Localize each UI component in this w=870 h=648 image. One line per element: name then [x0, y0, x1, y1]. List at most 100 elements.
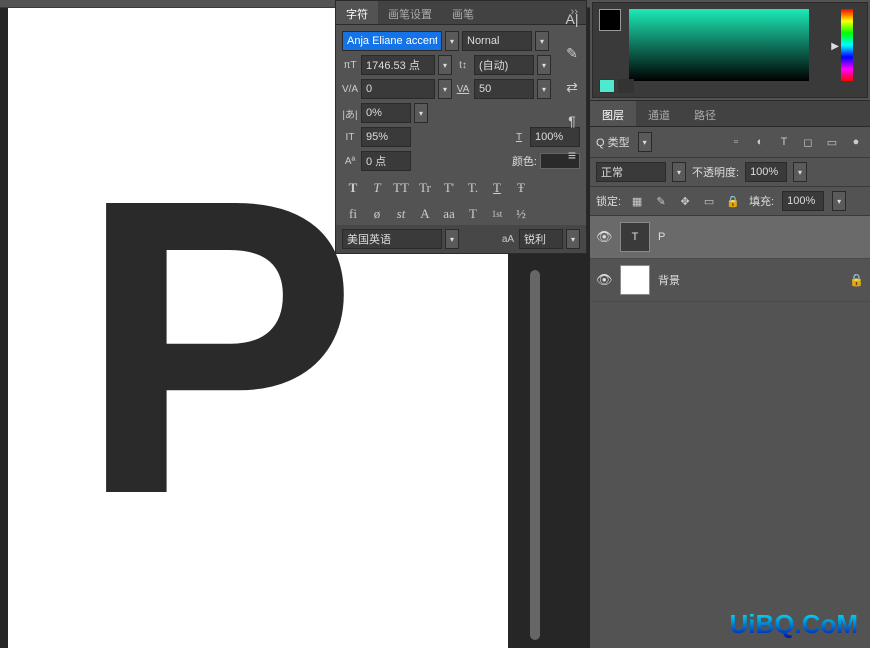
leading-dropdown[interactable]: ▾	[537, 55, 551, 75]
opacity-label: 不透明度:	[692, 164, 739, 180]
leading-icon: t↕	[455, 57, 471, 73]
filter-type-icon[interactable]: T	[776, 134, 792, 150]
filter-toggle-icon[interactable]: ●	[848, 134, 864, 150]
layer-name[interactable]: P	[658, 231, 665, 243]
kerning-dropdown[interactable]: ▾	[537, 79, 551, 99]
filter-smart-icon[interactable]: ▭	[824, 134, 840, 150]
lock-icon[interactable]: 🔒	[849, 273, 864, 287]
hscale-input[interactable]	[361, 127, 411, 147]
filter-label: Q 类型	[596, 134, 630, 150]
style-superscript[interactable]: T'	[440, 179, 458, 197]
hscale-icon: IT	[342, 129, 358, 145]
tab-paths[interactable]: 路径	[682, 101, 728, 126]
vscale-dropdown[interactable]: ▾	[414, 103, 428, 123]
fill-dropdown[interactable]: ▾	[832, 191, 846, 211]
ot-ordinals[interactable]: 1st	[488, 205, 506, 223]
right-panel: ▶ 图层 通道 路径 Q 类型 ▾ ▫ ◐ T ◻ ▭ ● ▾ 不透明度:	[590, 0, 870, 648]
visibility-icon[interactable]: 👁	[596, 229, 612, 245]
layer-name[interactable]: 背景	[658, 272, 680, 288]
language-dropdown[interactable]: ▾	[445, 229, 459, 249]
font-size-input[interactable]	[361, 55, 435, 75]
character-panel-icon[interactable]: A|	[561, 8, 583, 30]
font-family-input[interactable]	[342, 31, 442, 51]
font-size-dropdown[interactable]: ▾	[438, 55, 452, 75]
style-subscript[interactable]: T.	[464, 179, 482, 197]
hue-indicator[interactable]: ▶	[831, 41, 839, 52]
tab-character[interactable]: 字符	[336, 1, 378, 24]
lock-position-icon[interactable]: ✥	[677, 193, 693, 209]
style-underline[interactable]: T	[488, 179, 506, 197]
language-select[interactable]	[342, 229, 442, 249]
filter-shape-icon[interactable]: ◻	[800, 134, 816, 150]
lock-paint-icon[interactable]: ✎	[653, 193, 669, 209]
opentype-row: fi ø st A aa T 1st ½	[342, 201, 580, 227]
fill-label: 填充:	[749, 193, 774, 209]
lock-artboard-icon[interactable]: ▭	[701, 193, 717, 209]
panel-tabs: 字符 画笔设置 画笔 ››	[336, 1, 586, 25]
hue-strip[interactable]	[841, 9, 853, 81]
ot-titling[interactable]: T	[464, 205, 482, 223]
font-style-input[interactable]	[462, 31, 532, 51]
color-picker[interactable]: ▶	[592, 2, 868, 98]
blend-mode-dropdown[interactable]: ▾	[672, 162, 686, 182]
style-strikethrough[interactable]: Ŧ	[512, 179, 530, 197]
antialias-dropdown[interactable]: ▾	[566, 229, 580, 249]
text-layer-content[interactable]: P	[78, 138, 358, 558]
tab-brush[interactable]: 画笔	[442, 1, 484, 24]
font-style-dropdown[interactable]: ▾	[535, 31, 549, 51]
style-smallcaps[interactable]: Tr	[416, 179, 434, 197]
filter-image-icon[interactable]: ▫	[728, 134, 744, 150]
blend-mode-select[interactable]	[596, 162, 666, 182]
style-bold[interactable]: T	[344, 179, 362, 197]
lock-all-icon[interactable]: 🔒	[725, 193, 741, 209]
tab-paragraph-settings[interactable]: 画笔设置	[378, 1, 442, 24]
filter-adjust-icon[interactable]: ◐	[752, 134, 768, 150]
menu-panel-icon[interactable]: ≡	[561, 144, 583, 166]
tracking-icon: V/A	[342, 81, 358, 97]
recent-color-1[interactable]	[599, 79, 615, 93]
lock-pixels-icon[interactable]: ▦	[629, 193, 645, 209]
brush-panel-icon[interactable]: ✎	[561, 42, 583, 64]
character-panel: 字符 画笔设置 画笔 ›› ▾ ▾ πT ▾ t↕ ▾ V/A ▾ VA ▾	[335, 0, 587, 254]
antialias-select[interactable]	[519, 229, 563, 249]
layer-thumb-bg[interactable]	[620, 265, 650, 295]
color-field[interactable]	[629, 9, 809, 81]
ot-ligatures[interactable]: fi	[344, 205, 362, 223]
ot-fractions[interactable]: ½	[512, 205, 530, 223]
swap-panel-icon[interactable]: ⇄	[561, 76, 583, 98]
layer-item-background[interactable]: 👁 背景 🔒	[590, 259, 870, 302]
layer-thumb-text[interactable]: T	[620, 222, 650, 252]
style-buttons-row: T T TT Tr T' T. T Ŧ	[342, 175, 580, 201]
style-italic[interactable]: T	[368, 179, 386, 197]
layers-panel: 图层 通道 路径 Q 类型 ▾ ▫ ◐ T ◻ ▭ ● ▾ 不透明度: ▾ 锁定…	[590, 100, 870, 302]
paragraph-panel-icon[interactable]: ¶	[561, 110, 583, 132]
foreground-swatch[interactable]	[599, 9, 621, 31]
font-family-dropdown[interactable]: ▾	[445, 31, 459, 51]
visibility-icon[interactable]: 👁	[596, 272, 612, 288]
opacity-input[interactable]	[745, 162, 787, 182]
opacity-dropdown[interactable]: ▾	[793, 162, 807, 182]
sidebar-icons: A| ✎ ⇄ ¶ ≡	[557, 2, 587, 166]
tab-channels[interactable]: 通道	[636, 101, 682, 126]
layer-item-text[interactable]: 👁 T P	[590, 216, 870, 259]
recent-color-2[interactable]	[618, 79, 634, 93]
scrollbar-vertical[interactable]	[530, 270, 540, 640]
leading-input[interactable]	[474, 55, 534, 75]
watermark: UiBQ.CoM	[729, 609, 858, 640]
lock-label: 锁定:	[596, 193, 621, 209]
color-label: 颜色:	[512, 153, 537, 169]
fill-input[interactable]	[782, 191, 824, 211]
tracking-dropdown[interactable]: ▾	[438, 79, 452, 99]
vscale-input[interactable]	[361, 103, 411, 123]
ot-swash[interactable]: A	[416, 205, 434, 223]
tab-layers[interactable]: 图层	[590, 101, 636, 126]
vscale-icon: |あ|	[342, 105, 358, 121]
filter-dropdown[interactable]: ▾	[638, 132, 652, 152]
baseline-input[interactable]	[361, 151, 411, 171]
style-allcaps[interactable]: TT	[392, 179, 410, 197]
kerning-input[interactable]	[474, 79, 534, 99]
ot-slashed[interactable]: ø	[368, 205, 386, 223]
ot-stylistic[interactable]: st	[392, 205, 410, 223]
tracking-input[interactable]	[361, 79, 435, 99]
ot-opticals[interactable]: aa	[440, 205, 458, 223]
